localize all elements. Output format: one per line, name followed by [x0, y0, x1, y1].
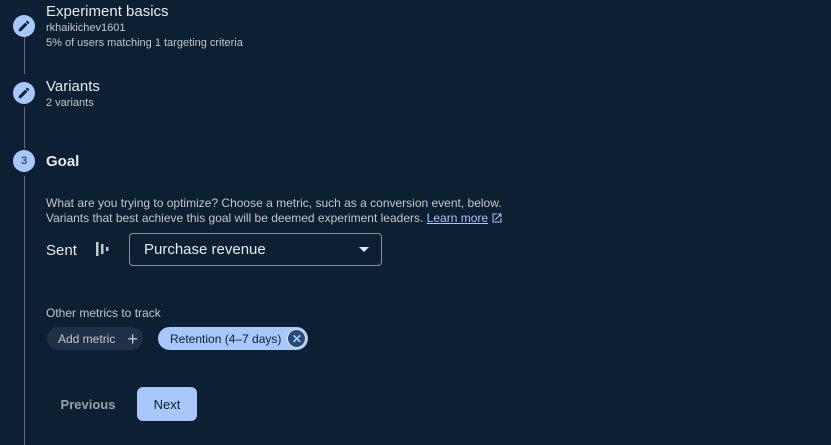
goal-description: What are you trying to optimize? Choose … [46, 196, 503, 226]
step-1-owner: rkhaikichev1601 [46, 22, 126, 34]
step-connector [24, 36, 25, 74]
external-link-icon [492, 213, 502, 223]
pencil-icon [18, 20, 30, 32]
metric-chip-label: Retention (4–7 days) [170, 331, 282, 346]
remove-chip-icon[interactable]: ✕ [287, 329, 307, 348]
goal-description-line1: What are you trying to optimize? Choose … [46, 196, 502, 210]
previous-button[interactable]: Previous [47, 387, 129, 421]
next-button[interactable]: Next [137, 387, 197, 421]
step-2-edit-icon[interactable] [13, 82, 35, 104]
event-metric-icon [96, 242, 109, 256]
dropdown-arrow-icon [359, 247, 369, 252]
step-3-title: Goal [46, 153, 80, 170]
step-1-title: Experiment basics [46, 3, 169, 20]
step-2-variants-count: 2 variants [46, 97, 94, 109]
goal-metric-value: Purchase revenue [144, 241, 266, 258]
metric-chip-retention[interactable]: Retention (4–7 days) ✕ [158, 327, 309, 350]
add-metric-chip[interactable]: Add metric + [47, 327, 143, 350]
other-metrics-label: Other metrics to track [46, 306, 161, 320]
learn-more-link[interactable]: Learn more [427, 211, 503, 225]
sent-label: Sent [46, 242, 77, 259]
pencil-icon [18, 87, 30, 99]
step-2-title: Variants [46, 78, 100, 95]
add-metric-label: Add metric [58, 331, 116, 346]
step-1-edit-icon[interactable] [13, 15, 35, 37]
step-connector [24, 107, 25, 149]
step-connector [24, 176, 25, 445]
step-1-targeting: 5% of users matching 1 targeting criteri… [46, 37, 243, 49]
plus-icon: + [127, 328, 138, 349]
step-3-number: 3 [13, 150, 35, 172]
goal-metric-select[interactable]: Purchase revenue [129, 233, 382, 266]
goal-description-line2: Variants that best achieve this goal wil… [46, 211, 503, 226]
